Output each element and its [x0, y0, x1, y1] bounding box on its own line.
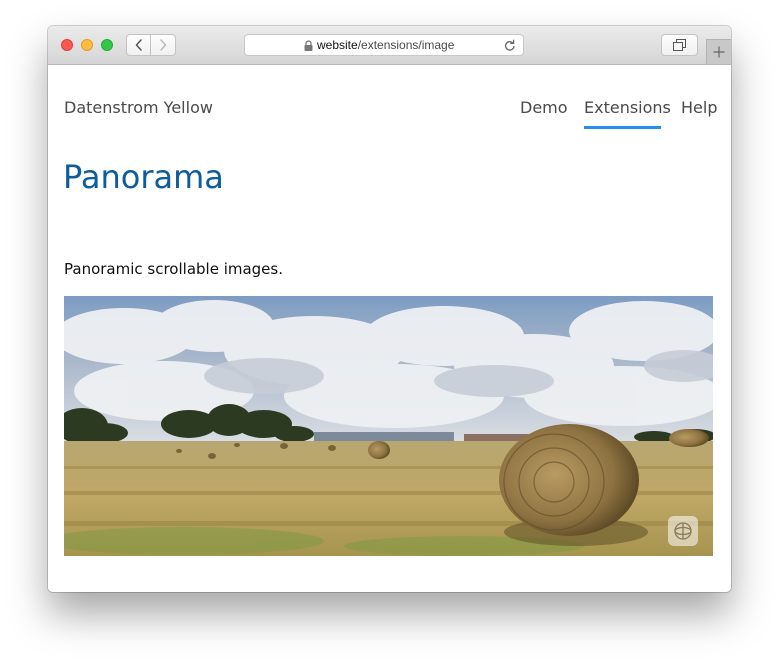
close-window-button[interactable] [61, 39, 73, 51]
forward-button[interactable] [151, 34, 176, 56]
panorama-viewer[interactable] [64, 296, 713, 556]
panorama-rotate-control[interactable] [668, 516, 698, 546]
nav-help-link[interactable]: Help [681, 98, 717, 117]
panorama-rotate-icon [674, 522, 692, 540]
address-path: /extensions/image [357, 38, 455, 52]
back-button[interactable] [126, 34, 151, 56]
page-description: Panoramic scrollable images. [64, 260, 283, 278]
plus-icon [713, 46, 725, 58]
reload-icon[interactable] [504, 39, 516, 52]
tabs-overview-button[interactable] [661, 34, 698, 56]
panorama-image [64, 296, 713, 556]
chevron-right-icon [160, 39, 167, 51]
lock-icon [304, 40, 313, 51]
stage: website/extensions/image Datenstrom Yell… [0, 0, 779, 666]
tabs-overview-icon [673, 39, 686, 51]
nav-extensions-link[interactable]: Extensions [584, 98, 671, 117]
new-tab-button[interactable] [706, 39, 731, 64]
minimize-window-button[interactable] [81, 39, 93, 51]
browser-window: website/extensions/image Datenstrom Yell… [48, 26, 731, 592]
chevron-left-icon [135, 39, 142, 51]
zoom-window-button[interactable] [101, 39, 113, 51]
active-nav-indicator [584, 126, 661, 129]
address-bar[interactable]: website/extensions/image [244, 34, 524, 56]
page-title: Panorama [63, 158, 224, 196]
page-content: Datenstrom Yellow Demo Extensions Help P… [48, 65, 731, 592]
site-title-link[interactable]: Datenstrom Yellow [64, 98, 213, 117]
browser-toolbar: website/extensions/image [48, 26, 731, 65]
nav-demo-link[interactable]: Demo [520, 98, 568, 117]
address-host: website [317, 38, 358, 52]
address-text: website/extensions/image [317, 38, 454, 52]
